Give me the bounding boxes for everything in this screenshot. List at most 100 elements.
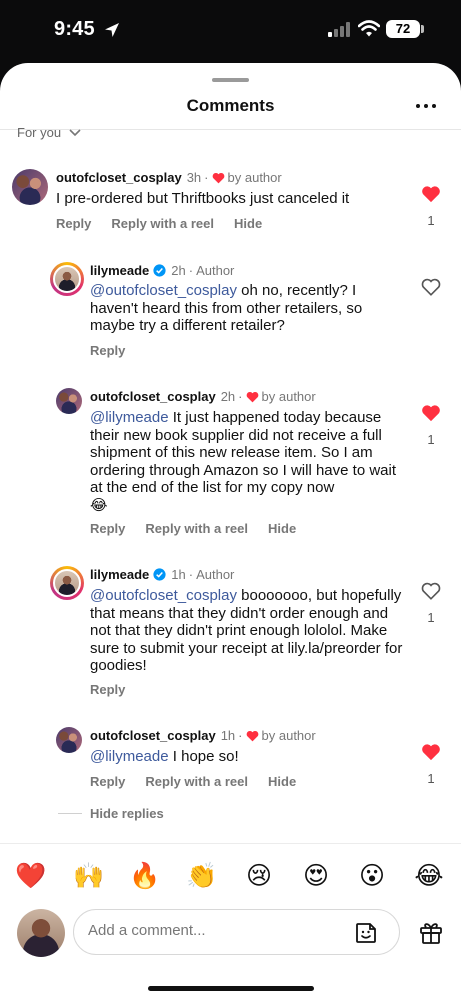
heart-icon [246,730,258,741]
separator: · [188,263,194,278]
reaction-crying[interactable]: 😢 [243,860,275,892]
avatar[interactable] [56,727,82,753]
timestamp: 1h [171,567,186,582]
heart-icon [212,172,224,183]
separator: · [188,567,194,582]
reply-button[interactable]: Reply [90,774,125,789]
comment-meta: outofcloset_cosplay 1h · by author [90,728,316,743]
chevron-down-icon [69,128,81,136]
author-label: Author [196,263,235,278]
comment-text: @outofcloset_cosplay booooooo, but hopef… [90,587,408,675]
comment-actions: Reply [90,682,125,697]
comment-actions: Reply Reply with a reel Hide [56,216,262,231]
laughing-emoji: 😂 [90,495,108,514]
comment-input[interactable] [88,922,338,939]
filter-label: For you [17,125,62,140]
like-count: 1 [427,432,435,447]
hide-replies-label: Hide replies [90,806,164,821]
battery-icon: 72 [386,20,420,38]
more-icon[interactable] [412,94,442,118]
comment-input-box[interactable] [73,909,400,955]
sheet-title: Comments [186,96,275,115]
heart-icon[interactable] [421,404,441,422]
reaction-fire[interactable]: 🔥 [129,860,161,892]
author-label: Author [196,567,235,582]
reply-button[interactable]: Reply [90,682,125,697]
reaction-laughing[interactable]: 😂 [413,860,445,892]
filter-dropdown[interactable]: For you [17,125,81,140]
reply-button[interactable]: Reply [90,521,125,536]
hide-replies-button[interactable]: Hide replies [58,806,164,821]
like-count: 1 [427,771,435,786]
status-bar: 9:45 72 [0,0,461,62]
separator: · [204,170,209,185]
battery-tip [421,25,424,33]
timestamp: 1h [220,728,236,743]
comment-meta: lilymeade 2h · Author [90,263,234,278]
verified-icon [153,264,166,277]
comment-text: @outofcloset_cosplay oh no, recently? I … [90,282,395,335]
comment-meta: outofcloset_cosplay 2h · by author [90,389,316,404]
comment-actions: Reply [90,343,125,358]
reply-with-reel-button[interactable]: Reply with a reel [111,216,214,231]
liked-by-author-label: by author [261,728,316,743]
avatar[interactable] [56,388,82,414]
hide-button[interactable]: Hide [268,521,296,536]
heart-icon[interactable] [421,582,441,600]
reaction-heart-eyes[interactable]: 😍 [300,860,332,892]
avatar [17,909,65,957]
hide-button[interactable]: Hide [268,774,296,789]
reaction-surprised[interactable]: 😮 [356,860,388,892]
avatar[interactable] [50,566,84,600]
comment-actions: Reply Reply with a reel Hide [90,774,296,789]
avatar[interactable] [12,169,48,205]
liked-by-author-label: by author [227,170,282,185]
reaction-heart[interactable]: ❤️ [15,860,47,892]
sheet-grabber[interactable] [212,78,249,82]
status-time: 9:45 [54,18,95,40]
hide-button[interactable]: Hide [234,216,262,231]
liked-by-author-label: by author [261,389,316,404]
comment-actions: Reply Reply with a reel Hide [90,521,296,536]
mention-link[interactable]: @outofcloset_cosplay [90,587,237,604]
mention-link[interactable]: @outofcloset_cosplay [90,282,237,299]
reply-with-reel-button[interactable]: Reply with a reel [145,521,248,536]
quick-reactions-row: ❤️ 🙌 🔥 👏 😢 😍 😮 😂 [0,860,461,896]
signal-icon [328,22,350,37]
comments-sheet: Comments For you outofcloset_cosplay 3h … [0,63,461,1000]
comment-body: I pre-ordered but Thriftbooks just cance… [56,190,350,207]
comment-text: @lilymeade It just happened today becaus… [90,409,403,514]
comment-text: @lilymeade I hope so! [90,748,403,766]
reply-button[interactable]: Reply [90,343,125,358]
sticker-icon[interactable] [354,921,378,945]
separator: · [238,389,243,404]
username[interactable]: lilymeade [90,567,149,582]
username[interactable]: outofcloset_cosplay [90,728,216,743]
timestamp: 2h [171,263,186,278]
reply-with-reel-button[interactable]: Reply with a reel [145,774,248,789]
reply-button[interactable]: Reply [56,216,91,231]
heart-icon[interactable] [421,743,441,761]
hide-replies-line [58,813,82,814]
heart-icon[interactable] [421,278,441,296]
mention-link[interactable]: @lilymeade [90,748,169,765]
reaction-raised-hands[interactable]: 🙌 [73,860,105,892]
wifi-icon [358,20,380,37]
reactions-divider [0,843,461,844]
home-indicator [148,986,314,991]
mention-link[interactable]: @lilymeade [90,409,169,426]
comment-meta: outofcloset_cosplay 3h · by author [56,170,282,185]
username[interactable]: lilymeade [90,263,149,278]
separator: · [238,728,243,743]
timestamp: 2h [220,389,236,404]
location-arrow-icon [105,23,119,37]
heart-icon[interactable] [421,185,441,203]
comment-body: I hope so! [168,748,239,765]
username[interactable]: outofcloset_cosplay [90,389,216,404]
like-count: 1 [427,610,435,625]
avatar[interactable] [50,262,84,296]
gift-icon[interactable] [418,919,444,945]
heart-icon [246,391,258,402]
username[interactable]: outofcloset_cosplay [56,170,182,185]
reaction-clap[interactable]: 👏 [186,860,218,892]
